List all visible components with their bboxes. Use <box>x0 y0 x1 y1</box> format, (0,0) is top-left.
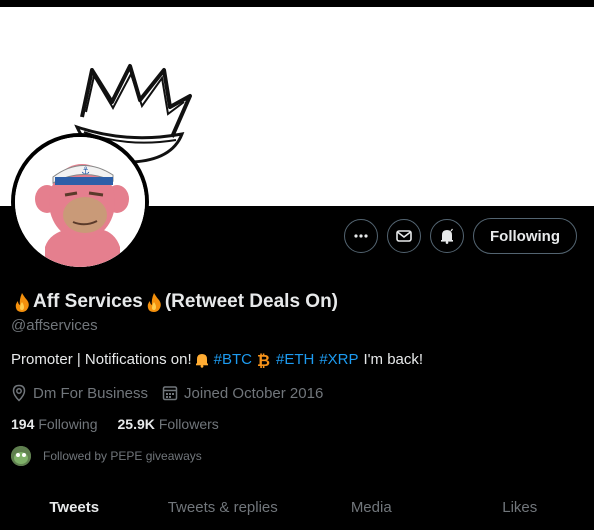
joined-item: Joined October 2016 <box>162 385 323 402</box>
ape-avatar-image: ⚓ <box>15 137 145 267</box>
fire-icon <box>143 291 165 313</box>
follow-counts: 194 Following 25.9K Followers <box>11 416 239 432</box>
svg-text:⚓: ⚓ <box>81 166 90 177</box>
tab-tweets[interactable]: Tweets <box>0 490 149 530</box>
tab-media[interactable]: Media <box>297 490 446 530</box>
followers-count: 25.9K <box>117 416 155 432</box>
calendar-icon <box>162 386 178 401</box>
location-item: Dm For Business <box>11 384 148 402</box>
display-name-text: Aff Services <box>33 291 143 312</box>
following-button[interactable]: Following <box>473 218 577 254</box>
display-name-suffix: (Retweet Deals On) <box>164 291 338 312</box>
following-count: 194 <box>11 416 35 432</box>
profile-avatar[interactable]: ⚓ <box>11 133 149 271</box>
more-button[interactable] <box>344 219 379 253</box>
display-name: Aff Services (Retweet Deals On) <box>11 291 338 313</box>
location-text: Dm For Business <box>33 384 149 402</box>
follower-avatar <box>11 446 31 466</box>
notifications-button[interactable] <box>430 219 465 253</box>
message-button[interactable] <box>387 219 422 253</box>
followers-count-link[interactable]: 25.9K Followers <box>118 416 219 432</box>
tab-tweets-replies[interactable]: Tweets & replies <box>149 490 298 530</box>
followers-label: Followers <box>158 416 219 432</box>
bio-text: Promoter | Notifications on! <box>11 351 192 368</box>
followed-by[interactable]: Followed by PEPE giveaways <box>11 446 202 466</box>
hashtag-eth[interactable]: #ETH <box>276 351 314 368</box>
bitcoin-icon: ₿ <box>256 352 270 368</box>
profile-meta: Dm For Business Joined October 2016 <box>11 384 337 402</box>
tab-likes[interactable]: Likes <box>446 490 594 530</box>
joined-text: Joined October 2016 <box>184 384 324 402</box>
following-label: Following <box>38 416 98 432</box>
profile-bio: Promoter | Notifications on! #BTC ₿ #ETH… <box>11 351 423 368</box>
profile-tabs: Tweets Tweets & replies Media Likes <box>0 490 594 530</box>
fire-icon <box>11 291 33 313</box>
hashtag-btc[interactable]: #BTC <box>214 351 252 368</box>
mail-icon <box>396 230 412 242</box>
bell-icon <box>441 228 454 244</box>
location-icon <box>12 384 26 402</box>
profile-actions: Following <box>344 218 577 254</box>
hashtag-xrp[interactable]: #XRP <box>319 351 358 368</box>
bio-text-end: I'm back! <box>363 351 424 368</box>
more-icon <box>354 234 368 238</box>
top-bar <box>0 0 594 7</box>
svg-text:₿: ₿ <box>257 352 270 368</box>
bell-emoji-icon <box>194 352 210 368</box>
profile-handle: @affservices <box>11 317 98 334</box>
following-count-link[interactable]: 194 Following <box>11 416 98 432</box>
followed-by-text: Followed by PEPE giveaways <box>43 449 202 463</box>
